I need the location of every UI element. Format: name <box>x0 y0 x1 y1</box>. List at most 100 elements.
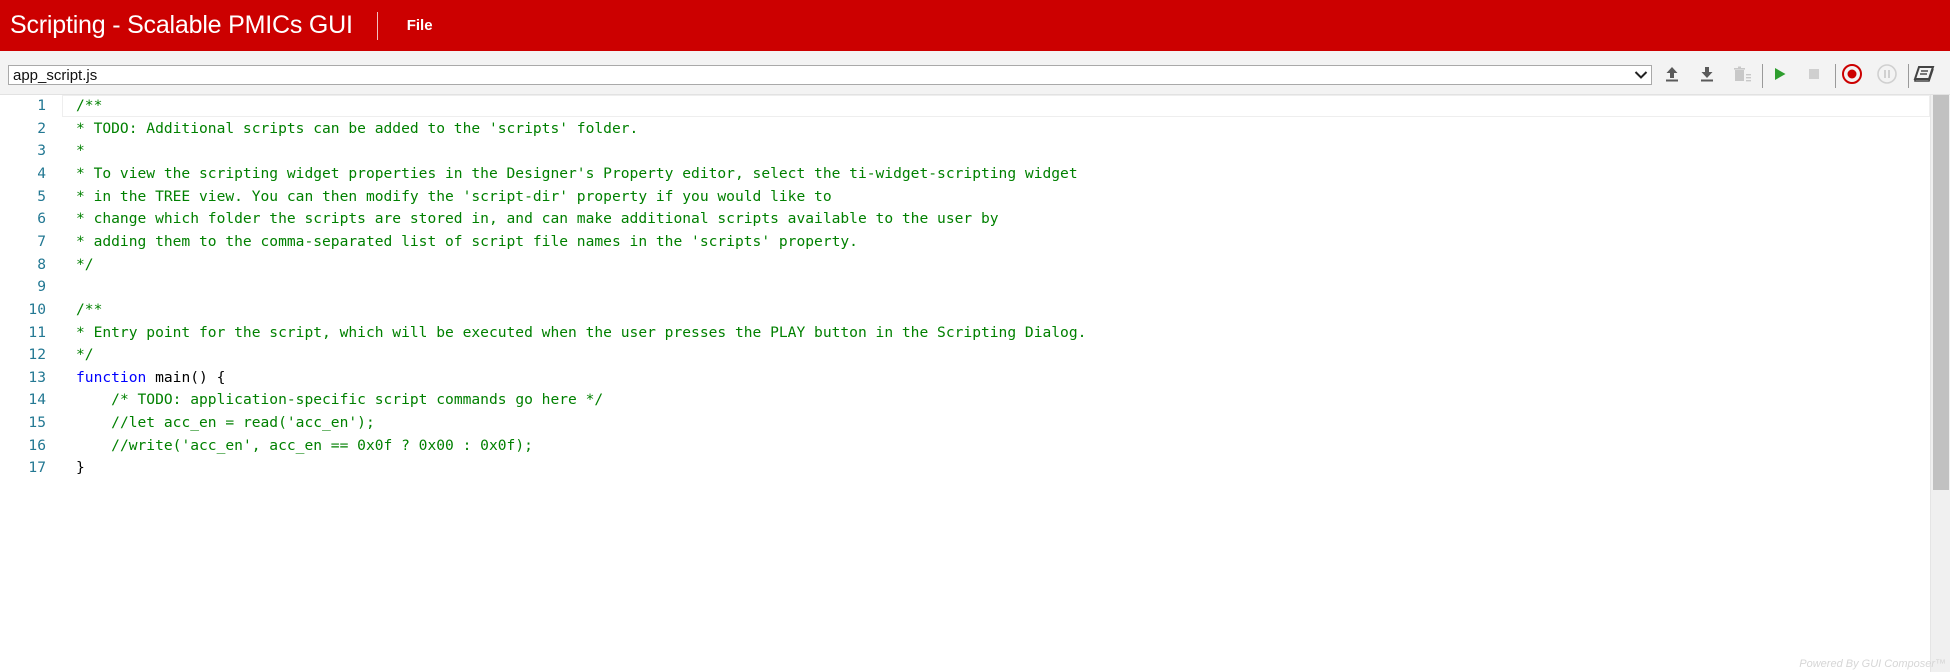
code-token-comment: //write('acc_en', acc_en == 0x0f ? 0x00 … <box>111 436 533 454</box>
pause-icon <box>1876 63 1898 90</box>
code-line: 3 * <box>0 140 1930 162</box>
code-token-comment: */ <box>76 255 94 273</box>
play-button[interactable] <box>1768 64 1792 88</box>
powered-by-text: Powered By GUI Composer™ <box>1799 658 1946 670</box>
pause-button[interactable] <box>1875 63 1899 90</box>
code-token-comment: * <box>76 142 85 160</box>
line-number: 6 <box>37 210 46 228</box>
line-number: 10 <box>28 300 46 318</box>
line-code: /** <box>76 95 102 117</box>
code-line: 12 */ <box>0 344 1930 366</box>
toolbar-divider <box>1762 64 1763 88</box>
line-number: 2 <box>37 119 46 137</box>
line-number: 17 <box>28 459 46 477</box>
line-code: * Entry point for the script, which will… <box>76 322 1086 344</box>
line-number: 8 <box>37 255 46 273</box>
code-line: 1 /** <box>0 95 1930 117</box>
code-token-comment: * TODO: Additional scripts can be added … <box>76 119 639 137</box>
line-number: 3 <box>37 142 46 160</box>
code-token-comment: * To view the scripting widget propertie… <box>76 164 1078 182</box>
code-token-plain: } <box>76 459 85 477</box>
line-number: 5 <box>37 187 46 205</box>
upload-icon <box>1663 65 1681 88</box>
app-header: Scripting - Scalable PMICs GUI File <box>0 0 1950 51</box>
delete-button[interactable] <box>1730 64 1754 88</box>
book-icon <box>1913 64 1935 89</box>
line-code: } <box>76 457 85 479</box>
line-code: * change which folder the scripts are st… <box>76 208 999 230</box>
line-number: 7 <box>37 232 46 250</box>
code-line: 2 * TODO: Additional scripts can be added… <box>0 118 1930 140</box>
line-code: */ <box>76 344 94 366</box>
code-line: 17} <box>0 457 1930 479</box>
download-icon <box>1698 65 1716 88</box>
stop-button[interactable] <box>1802 64 1826 88</box>
stop-icon <box>1807 67 1821 86</box>
delete-icon <box>1732 65 1752 88</box>
code-token-comment: */ <box>76 346 94 364</box>
line-code: function main() { <box>76 367 225 389</box>
line-code: * TODO: Additional scripts can be added … <box>76 118 638 140</box>
line-code: //let acc_en = read('acc_en'); <box>76 412 375 434</box>
toolbar-divider <box>1835 64 1836 88</box>
code-token-plain: main() { <box>146 368 226 386</box>
line-code: * adding them to the comma-separated lis… <box>76 231 858 253</box>
code-line: 14 /* TODO: application-specific script … <box>0 389 1930 411</box>
code-line: 7 * adding them to the comma-separated li… <box>0 231 1930 253</box>
menu-file[interactable]: File <box>407 17 433 34</box>
code-token-comment: * change which folder the scripts are st… <box>76 210 999 228</box>
line-code: * To view the scripting widget propertie… <box>76 163 1078 185</box>
script-file-select-value: app_script.js <box>13 66 98 84</box>
play-icon <box>1772 66 1788 87</box>
line-number: 1 <box>37 97 46 114</box>
code-token-comment: * in the TREE view. You can then modify … <box>76 187 832 205</box>
script-file-select[interactable]: app_script.js <box>8 65 1652 85</box>
code-line: 15 //let acc_en = read('acc_en'); <box>0 412 1930 434</box>
line-number: 12 <box>28 346 46 364</box>
record-button[interactable] <box>1840 63 1864 90</box>
line-code: * in the TREE view. You can then modify … <box>76 186 832 208</box>
chevron-down-icon <box>1631 65 1651 85</box>
line-number: 9 <box>37 278 46 296</box>
code-token-comment: /** <box>76 300 103 318</box>
code-line: 10 /** <box>0 299 1930 321</box>
header-divider <box>376 11 378 40</box>
line-code: //write('acc_en', acc_en == 0x0f ? 0x00 … <box>76 435 533 457</box>
line-number: 4 <box>37 164 46 182</box>
code-token-keyword: function <box>76 368 147 386</box>
code-token-comment: * adding them to the comma-separated lis… <box>76 232 858 250</box>
code-line: 5 * in the TREE view. You can then modify… <box>0 186 1930 208</box>
code-line: 11 * Entry point for the script, which wi… <box>0 322 1930 344</box>
download-button[interactable] <box>1695 64 1719 88</box>
line-number: 11 <box>28 323 46 341</box>
record-icon <box>1841 63 1863 90</box>
code-token-comment: * Entry point for the script, which will… <box>76 323 1087 341</box>
line-number: 14 <box>28 391 46 409</box>
code-line: 8 */ <box>0 254 1930 276</box>
toolbar-divider <box>1908 64 1909 88</box>
line-code: */ <box>76 254 94 276</box>
code-token-comment: //let acc_en = read('acc_en'); <box>111 414 375 432</box>
code-line: 6 * change which folder the scripts are s… <box>0 208 1930 230</box>
code-line: 9 <box>0 276 1930 298</box>
code-line: 16 //write('acc_en', acc_en == 0x0f ? 0x… <box>0 435 1930 457</box>
code-editor[interactable]: 1 /** 2 * TODO: Additional scripts can be a… <box>0 95 1950 672</box>
code-line: 4 * To view the scripting widget properti… <box>0 163 1930 185</box>
line-code: /** <box>76 299 102 321</box>
line-number: 15 <box>28 414 46 432</box>
code-token-comment: /* TODO: application-specific script com… <box>111 391 604 409</box>
line-code: /* TODO: application-specific script com… <box>76 389 603 411</box>
line-code: * <box>76 140 85 162</box>
help-button[interactable] <box>1912 64 1936 88</box>
scrollbar-thumb[interactable] <box>1933 95 1949 490</box>
code-line: 13 function main() { <box>0 367 1930 389</box>
code-token-comment: /** <box>76 97 103 114</box>
upload-button[interactable] <box>1660 64 1684 88</box>
app-title: Scripting - Scalable PMICs GUI <box>10 11 353 39</box>
line-number: 13 <box>28 368 46 386</box>
editor-scrollbar[interactable] <box>1930 95 1950 672</box>
script-toolbar: app_script.js <box>0 51 1950 95</box>
